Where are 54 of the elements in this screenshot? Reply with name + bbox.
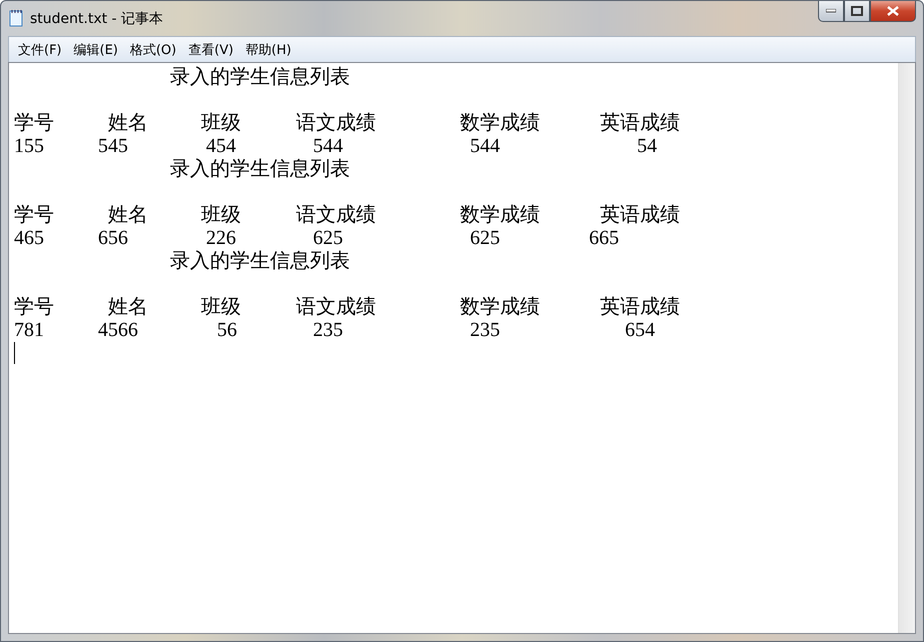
column-heading: 英语成绩	[600, 296, 680, 319]
value-text: 454	[206, 135, 236, 158]
value-text: 465	[14, 227, 44, 250]
value-text: 56	[217, 319, 237, 342]
column-heading: 英语成绩	[600, 204, 680, 227]
minimize-button[interactable]	[818, 1, 844, 22]
value-text: 665	[589, 227, 619, 250]
value-text: 4566	[98, 319, 138, 342]
minimize-icon	[826, 9, 836, 13]
maximize-button[interactable]	[844, 1, 870, 22]
value-text: 625	[313, 227, 343, 250]
value-text: 545	[98, 135, 128, 158]
list-title: 录入的学生信息列表	[170, 66, 350, 89]
value-text: 235	[313, 319, 343, 342]
value-text: 155	[14, 135, 44, 158]
column-heading: 语文成绩	[296, 204, 376, 227]
menu-item[interactable]: 格式(O)	[124, 38, 182, 60]
close-icon	[887, 6, 899, 16]
column-heading: 学号	[14, 204, 54, 227]
value-text: 54	[637, 135, 657, 158]
column-heading: 班级	[201, 296, 241, 319]
column-heading: 学号	[14, 112, 54, 135]
column-heading: 数学成绩	[460, 296, 540, 319]
column-heading: 姓名	[108, 204, 148, 227]
value-text: 226	[206, 227, 236, 250]
notepad-icon	[8, 9, 24, 27]
value-text: 625	[470, 227, 500, 250]
column-heading: 姓名	[108, 296, 148, 319]
value-text: 656	[98, 227, 128, 250]
menu-item[interactable]: 文件(F)	[12, 38, 68, 60]
column-heading: 数学成绩	[460, 204, 540, 227]
close-button[interactable]	[870, 1, 916, 22]
list-title: 录入的学生信息列表	[170, 250, 350, 273]
scrollbar[interactable]	[898, 63, 915, 633]
menu-item[interactable]: 查看(V)	[182, 38, 240, 60]
value-text: 654	[625, 319, 655, 342]
column-heading: 班级	[201, 112, 241, 135]
window-title: student.txt - 记事本	[30, 10, 164, 28]
list-title: 录入的学生信息列表	[170, 158, 350, 181]
maximize-icon	[851, 6, 863, 16]
menu-item[interactable]: 编辑(E)	[68, 38, 124, 60]
column-heading: 姓名	[108, 112, 148, 135]
column-heading: 学号	[14, 296, 54, 319]
value-text: 544	[313, 135, 343, 158]
column-heading: 语文成绩	[296, 112, 376, 135]
value-text: 235	[470, 319, 500, 342]
menu-item[interactable]: 帮助(H)	[239, 38, 298, 60]
column-heading: 英语成绩	[600, 112, 680, 135]
column-heading: 语文成绩	[296, 296, 376, 319]
value-text: 781	[14, 319, 44, 342]
text-cursor	[14, 342, 15, 364]
column-heading: 班级	[201, 204, 241, 227]
value-text: 544	[470, 135, 500, 158]
column-heading: 数学成绩	[460, 112, 540, 135]
